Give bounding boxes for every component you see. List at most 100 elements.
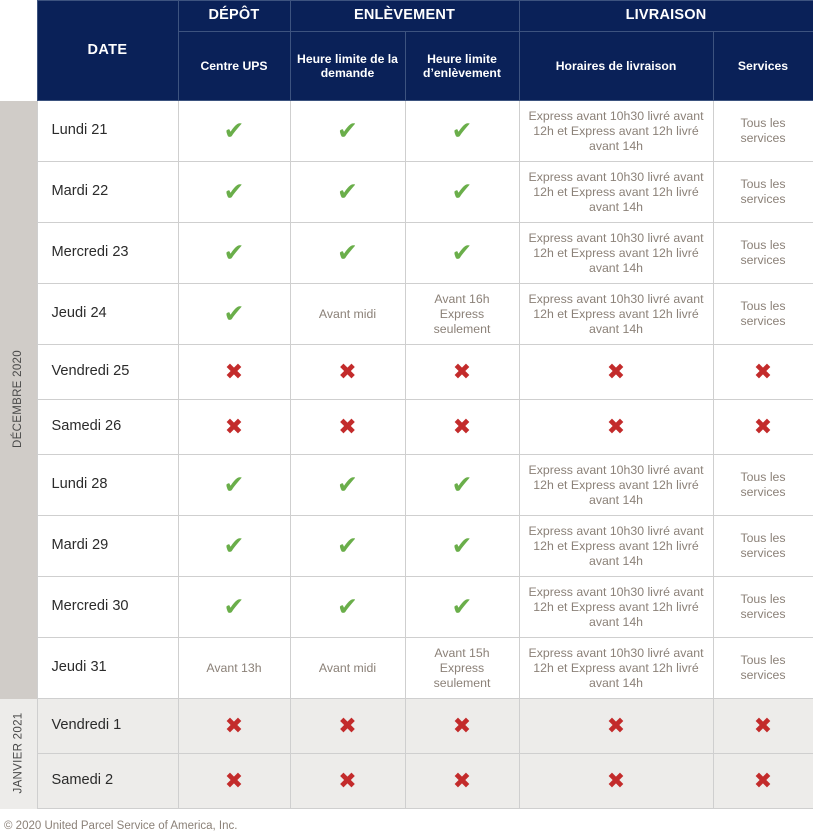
cell-centre-ups: ✔ (177, 222, 291, 284)
cell-heure-limite-demande: ✔ (289, 222, 406, 284)
table-row: Mardi 22 ✔ ✔ ✔ Express avant 10h30 livré ava… (0, 161, 813, 223)
cross-icon: ✖ (452, 414, 472, 439)
check-icon: ✔ (223, 592, 245, 621)
cross-icon: ✖ (753, 768, 773, 793)
cell-heure-limite-enlevement: ✖ (404, 399, 520, 455)
cross-icon: ✖ (753, 414, 773, 439)
cross-icon: ✖ (753, 359, 773, 384)
check-icon: ✔ (223, 470, 245, 499)
cell-horaires-livraison: Express avant 10h30 livré avant 12h et E… (518, 161, 714, 223)
cross-icon: ✖ (224, 713, 244, 738)
check-icon: ✔ (337, 116, 358, 145)
cell-horaires-livraison: ✖ (518, 399, 714, 455)
table-row: Jeudi 24 ✔ Avant midi Avant 16h Express seu… (0, 283, 813, 345)
cell-centre-ups: ✖ (177, 698, 291, 754)
table-header: DATE DÉPÔT ENLÈVEMENT LIVRAISON Centre U… (0, 0, 813, 101)
table-row: Mardi 29 ✔ ✔ ✔ Express avant 10h30 livré ava… (0, 515, 813, 577)
cell-heure-limite-demande: ✖ (289, 344, 406, 400)
cross-icon: ✖ (338, 713, 357, 738)
column-header-heure-limite-demande: Heure limite de la demande (289, 31, 406, 101)
cell-horaires-livraison: Express avant 10h30 livré avant 12h et E… (518, 515, 714, 577)
cell-date: Vendredi 1 (36, 698, 179, 754)
cross-icon: ✖ (224, 414, 244, 439)
cell-heure-limite-demande: ✖ (289, 399, 406, 455)
cell-services: ✖ (712, 698, 813, 754)
cross-icon: ✖ (338, 359, 357, 384)
cell-heure-limite-enlevement: ✔ (404, 161, 520, 223)
cell-heure-limite-demande: ✖ (289, 698, 406, 754)
cell-date: Lundi 21 (36, 100, 179, 162)
cell-horaires-livraison: Express avant 10h30 livré avant 12h et E… (518, 454, 714, 516)
table-row: DÉCEMBRE 2020 Lundi 21 ✔ ✔ ✔ Express avant 10… (0, 100, 813, 699)
column-header-services: Services (712, 31, 813, 101)
footer-copyright: © 2020 United Parcel Service of America,… (4, 820, 238, 832)
check-icon: ✔ (451, 238, 473, 267)
month-rail-decembre: DÉCEMBRE 2020 (0, 100, 37, 699)
cell-date: Lundi 28 (36, 454, 179, 516)
cell-services: Tous les services (712, 515, 813, 577)
cell-centre-ups: ✔ (177, 454, 291, 516)
cell-heure-limite-enlevement: ✖ (404, 698, 520, 754)
cross-icon: ✖ (338, 768, 357, 793)
cross-icon: ✖ (338, 414, 357, 439)
cell-services: Tous les services (712, 637, 813, 699)
table-row: JANVIER 2021 Vendredi 1 ✖ ✖ ✖ ✖ ✖ (0, 698, 813, 809)
cell-horaires-livraison: ✖ (518, 698, 714, 754)
cell-services: ✖ (712, 344, 813, 400)
table-row: Samedi 26 ✖ ✖ ✖ ✖ ✖ (0, 399, 813, 455)
cell-heure-limite-enlevement: ✔ (404, 515, 520, 577)
cell-horaires-livraison: Express avant 10h30 livré avant 12h et E… (518, 283, 714, 345)
check-icon: ✔ (451, 470, 473, 499)
cell-centre-ups: ✔ (177, 161, 291, 223)
cell-heure-limite-enlevement: ✔ (404, 454, 520, 516)
cell-heure-limite-enlevement: ✔ (404, 222, 520, 284)
schedule-page: DATE DÉPÔT ENLÈVEMENT LIVRAISON Centre U… (0, 0, 813, 836)
cell-heure-limite-demande: ✔ (289, 161, 406, 223)
month-rail-label: DÉCEMBRE 2020 (12, 350, 25, 449)
cell-horaires-livraison: ✖ (518, 344, 714, 400)
cell-date: Jeudi 24 (36, 283, 179, 345)
column-group-depot: DÉPÔT (177, 0, 291, 32)
cross-icon: ✖ (606, 768, 626, 793)
check-icon: ✔ (223, 177, 245, 206)
table-row: Lundi 28 ✔ ✔ ✔ Express avant 10h30 livré ava… (0, 454, 813, 516)
column-group-enlevement: ENLÈVEMENT (289, 0, 520, 32)
check-icon: ✔ (451, 592, 473, 621)
table-row: Mercredi 23 ✔ ✔ ✔ Express avant 10h30 livré … (0, 222, 813, 284)
check-icon: ✔ (337, 531, 358, 560)
cell-centre-ups: ✔ (177, 515, 291, 577)
column-header-centre-ups: Centre UPS (177, 31, 291, 101)
cross-icon: ✖ (452, 359, 472, 384)
cross-icon: ✖ (753, 713, 773, 738)
column-header-heure-limite-enlevement: Heure limite d’enlèvement (404, 31, 520, 101)
column-header-horaires-livraison: Horaires de livraison (518, 31, 714, 101)
cell-heure-limite-enlevement: ✔ (404, 576, 520, 638)
table-row: Vendredi 25 ✖ ✖ ✖ ✖ ✖ (0, 344, 813, 400)
column-header-date: DATE (36, 0, 179, 101)
check-icon: ✔ (451, 531, 473, 560)
cell-heure-limite-demande: ✖ (289, 753, 406, 809)
check-icon: ✔ (223, 299, 245, 328)
cell-heure-limite-enlevement: ✖ (404, 753, 520, 809)
cell-date: Jeudi 31 (36, 637, 179, 699)
holiday-schedule-table: DATE DÉPÔT ENLÈVEMENT LIVRAISON Centre U… (0, 0, 813, 809)
check-icon: ✔ (223, 531, 245, 560)
table-body: DÉCEMBRE 2020 Lundi 21 ✔ ✔ ✔ Express avant 10… (0, 100, 813, 809)
check-icon: ✔ (337, 470, 358, 499)
month-rail-corner (0, 0, 37, 101)
cross-icon: ✖ (224, 768, 244, 793)
table-row: Mercredi 30 ✔ ✔ ✔ Express avant 10h30 livré … (0, 576, 813, 638)
cell-heure-limite-enlevement: Avant 15h Express seulement (404, 637, 520, 699)
cross-icon: ✖ (224, 359, 244, 384)
check-icon: ✔ (337, 238, 358, 267)
cell-services: ✖ (712, 399, 813, 455)
cross-icon: ✖ (606, 359, 626, 384)
cross-icon: ✖ (452, 768, 472, 793)
check-icon: ✔ (337, 592, 358, 621)
cell-date: Mercredi 23 (36, 222, 179, 284)
cell-heure-limite-demande: Avant midi (289, 637, 406, 699)
cell-centre-ups: ✔ (177, 576, 291, 638)
cross-icon: ✖ (606, 713, 626, 738)
cell-services: Tous les services (712, 576, 813, 638)
check-icon: ✔ (337, 177, 358, 206)
